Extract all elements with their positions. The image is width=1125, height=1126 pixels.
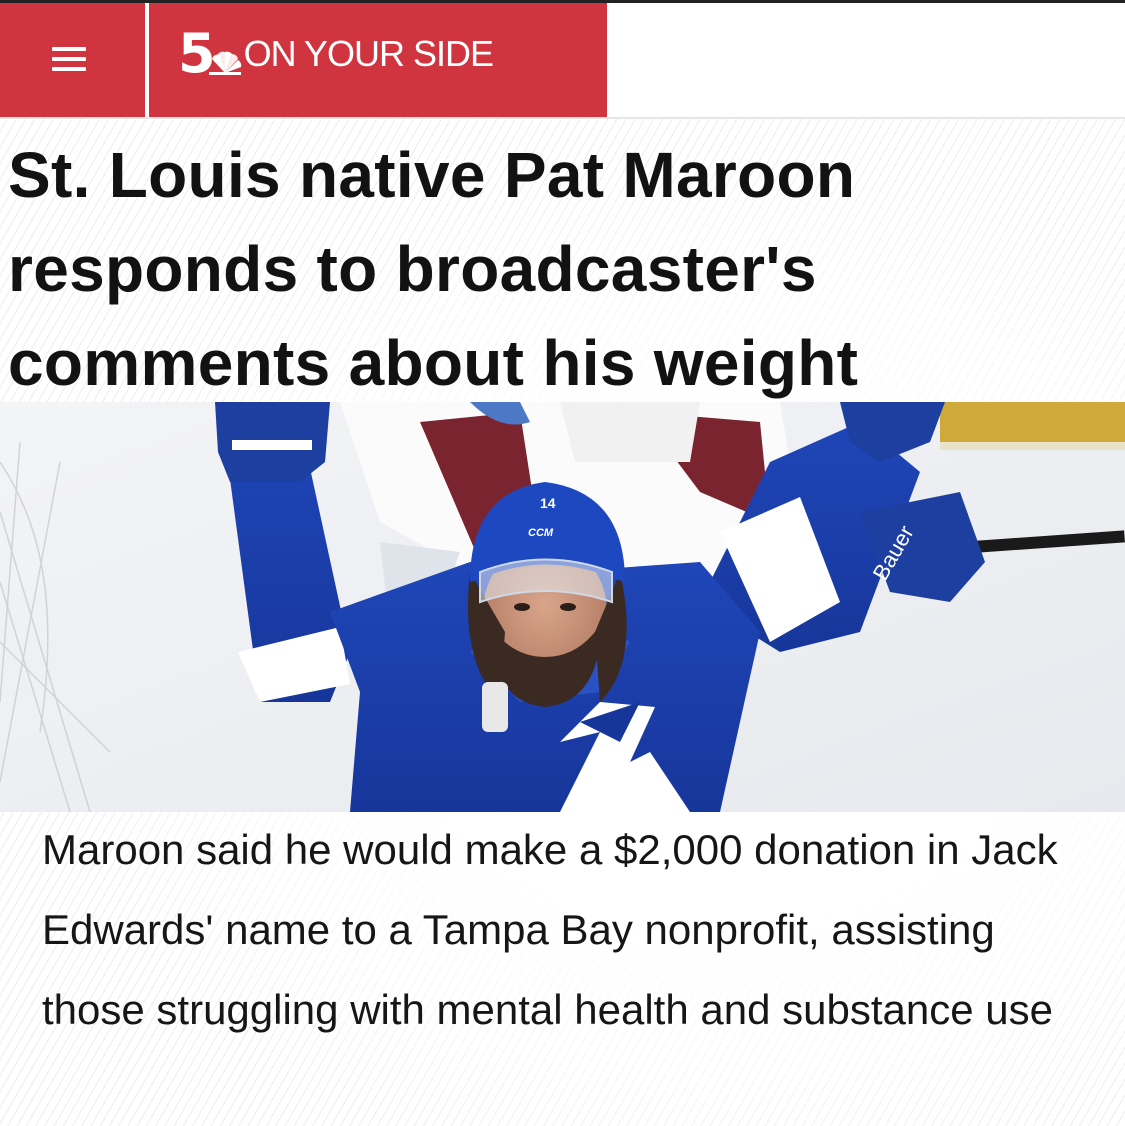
helmet-brand: CCM: [528, 527, 554, 539]
site-logo[interactable]: 5 ON YOUR SIDE: [178, 17, 494, 87]
article-summary: Maroon said he would make a $2,000 donat…: [42, 826, 1058, 1033]
hamburger-menu-icon[interactable]: [40, 29, 100, 89]
article-photo[interactable]: Bauer 14 CCM: [0, 402, 1125, 812]
header-rule: [0, 117, 1125, 119]
page: 5 ON YOUR SIDE St. Louis native Pat Maro…: [0, 0, 1125, 1126]
site-header: 5 ON YOUR SIDE: [0, 3, 607, 117]
peacock-icon: [208, 51, 242, 75]
logo-tagline: ON YOUR SIDE: [243, 33, 494, 74]
header-divider: [145, 3, 149, 117]
article-headline[interactable]: St. Louis native Pat Maroon responds to …: [8, 128, 1088, 410]
helmet-number: 14: [540, 495, 556, 511]
